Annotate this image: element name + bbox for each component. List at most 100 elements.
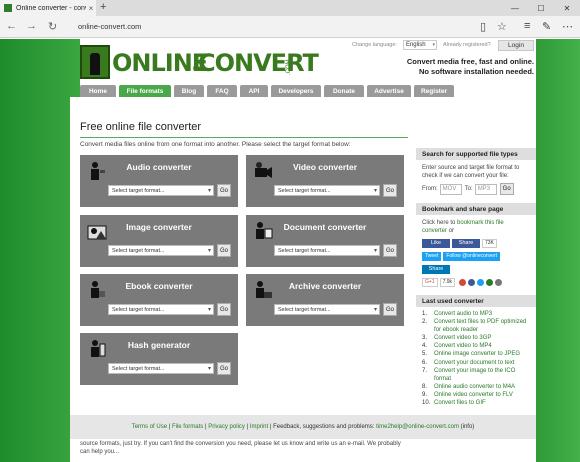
site-logo[interactable]: ONLINE - CONVERT .COM [80, 45, 319, 85]
go-button[interactable]: Go [217, 244, 231, 257]
converter-title: Ebook converter [125, 281, 193, 291]
used-link[interactable]: Convert text files to PDF optimized for … [434, 318, 530, 334]
used-link[interactable]: Online video converter to FLV [434, 391, 530, 399]
more-icon[interactable]: ⋯ [562, 20, 573, 33]
follow-button[interactable]: Follow @onlineconvert [443, 251, 500, 261]
list-item[interactable]: 10. Convert files to GIF [422, 399, 530, 407]
twitter-row: Tweet Follow @onlineconvert [422, 251, 530, 261]
used-link[interactable]: Online audio converter to M4A [434, 383, 530, 391]
target-format-select[interactable]: Select target format... ▾ [108, 304, 214, 315]
close-window-button[interactable]: ✕ [554, 0, 580, 16]
menu-item-register[interactable]: Register [414, 85, 454, 97]
google-plus-button[interactable]: G+1 [422, 277, 438, 287]
bookmark-heading: Bookmark and share page [416, 203, 536, 215]
target-format-select[interactable]: Select target format... ▾ [274, 185, 380, 196]
bookmark-text: Click here to bookmark this file convert… [422, 219, 530, 235]
linkedin-share-button[interactable]: Share [422, 264, 450, 274]
list-item[interactable]: 4. Convert video to MP4 [422, 342, 530, 350]
back-icon[interactable]: ← [6, 20, 17, 32]
to-label: To: [464, 186, 473, 192]
more-share-row: G+1 7.9k [422, 277, 530, 287]
share-icon[interactable] [459, 278, 467, 286]
share-icon[interactable] [477, 278, 485, 286]
refresh-icon[interactable]: ↻ [48, 20, 57, 33]
bookmark-prefix: Click here to [422, 220, 458, 226]
menu-item-advertise[interactable]: Advertise [367, 85, 411, 97]
search-go-button[interactable]: Go [499, 183, 514, 195]
used-link[interactable]: Online image converter to JPEG [434, 350, 530, 358]
go-button[interactable]: Go [383, 303, 397, 316]
target-format-select[interactable]: Select target format... ▾ [108, 363, 214, 374]
select-placeholder: Select target format... [278, 306, 331, 313]
address-bar: ← → ↻ online-convert.com ▯ ☆ ≡ ✎ ⋯ [0, 16, 580, 38]
ebook-converter-box: Ebook converter Select target format... ▾… [80, 274, 238, 326]
facebook-share-button[interactable]: Share [452, 238, 480, 248]
share-icon[interactable] [468, 278, 476, 286]
share-icon[interactable] [495, 278, 503, 286]
window-controls: — ☐ ✕ [502, 0, 580, 16]
tab-close-icon[interactable]: × [86, 4, 96, 13]
notes-icon[interactable]: ✎ [542, 20, 551, 33]
archive-converter-box: Archive converter Select target format..… [246, 274, 404, 326]
used-link[interactable]: Convert your document to text [434, 359, 530, 367]
browser-tab[interactable]: Online converter - conv × [0, 0, 96, 16]
used-link[interactable]: Convert video to 3GP [434, 334, 530, 342]
target-format-select[interactable]: Select target format... ▾ [108, 245, 214, 256]
from-label: From: [422, 186, 438, 192]
go-button[interactable]: Go [383, 184, 397, 197]
to-format-input[interactable]: MP3 [474, 183, 497, 195]
go-button[interactable]: Go [217, 303, 231, 316]
menu-item-developers[interactable]: Developers [271, 85, 321, 97]
menu-item-donate[interactable]: Donate [324, 85, 364, 97]
menu-item-home[interactable]: Home [80, 85, 116, 97]
list-item[interactable]: 1. Convert audio to MP3 [422, 310, 530, 318]
menu-item-api[interactable]: API [240, 85, 268, 97]
login-button[interactable]: Login [498, 40, 534, 51]
sidebar: Search for supported file types Enter so… [416, 148, 536, 407]
facebook-count: 73K [482, 238, 497, 248]
list-item[interactable]: 7. Convert your image to the ICO format [422, 367, 530, 383]
web-page: ONLINE - CONVERT .COM Change language: E… [0, 39, 580, 462]
list-item[interactable]: 9. Online video converter to FLV [422, 391, 530, 399]
list-item[interactable]: 5. Online image converter to JPEG [422, 350, 530, 358]
url-field[interactable]: online-convert.com [78, 22, 141, 31]
go-button[interactable]: Go [217, 184, 231, 197]
menu-item-faq[interactable]: FAQ [207, 85, 237, 97]
target-format-select[interactable]: Select target format... ▾ [274, 304, 380, 315]
go-button[interactable]: Go [383, 244, 397, 257]
converter-title: Video converter [292, 162, 358, 172]
menu-item-blog[interactable]: Blog [174, 85, 204, 97]
target-format-select[interactable]: Select target format... ▾ [108, 185, 214, 196]
email-link[interactable]: time2help@online-convert.com [376, 424, 459, 430]
list-item[interactable]: 6. Convert your document to text [422, 359, 530, 367]
used-link[interactable]: Convert files to GIF [434, 399, 530, 407]
list-item[interactable]: 3. Convert video to 3GP [422, 334, 530, 342]
go-button[interactable]: Go [217, 362, 231, 375]
facebook-like-button[interactable]: Like [422, 238, 450, 248]
privacy-link[interactable]: Privacy policy [208, 424, 245, 430]
from-format-input[interactable]: MOV [439, 183, 462, 195]
language-select[interactable]: English ▾ [402, 40, 437, 50]
new-tab-button[interactable]: + [100, 1, 106, 13]
maximize-button[interactable]: ☐ [528, 0, 554, 16]
converter-title: Document converter [283, 222, 367, 232]
used-link[interactable]: Convert video to MP4 [434, 342, 530, 350]
used-link[interactable]: Convert your image to the ICO format [434, 367, 530, 383]
target-format-select[interactable]: Select target format... ▾ [274, 245, 380, 256]
tweet-button[interactable]: Tweet [422, 251, 442, 261]
forward-icon[interactable]: → [26, 20, 37, 32]
favorite-star-icon[interactable]: ☆ [497, 20, 507, 33]
minimize-button[interactable]: — [502, 0, 528, 16]
terms-link[interactable]: Terms of Use [132, 424, 167, 430]
file-formats-link[interactable]: File formats [172, 424, 203, 430]
used-link[interactable]: Convert audio to MP3 [434, 310, 530, 318]
imprint-link[interactable]: Imprint [250, 424, 268, 430]
list-item[interactable]: 8. Online audio converter to M4A [422, 383, 530, 391]
menu-item-file-formats[interactable]: File formats [119, 85, 171, 97]
share-icon[interactable] [486, 278, 494, 286]
hub-icon[interactable]: ≡ [524, 20, 530, 32]
list-item[interactable]: 2. Convert text files to PDF optimized fo… [422, 318, 530, 334]
chevron-down-icon: ▾ [432, 42, 435, 48]
search-description: Enter source and target file format to c… [422, 165, 520, 179]
reading-view-icon[interactable]: ▯ [480, 20, 486, 33]
